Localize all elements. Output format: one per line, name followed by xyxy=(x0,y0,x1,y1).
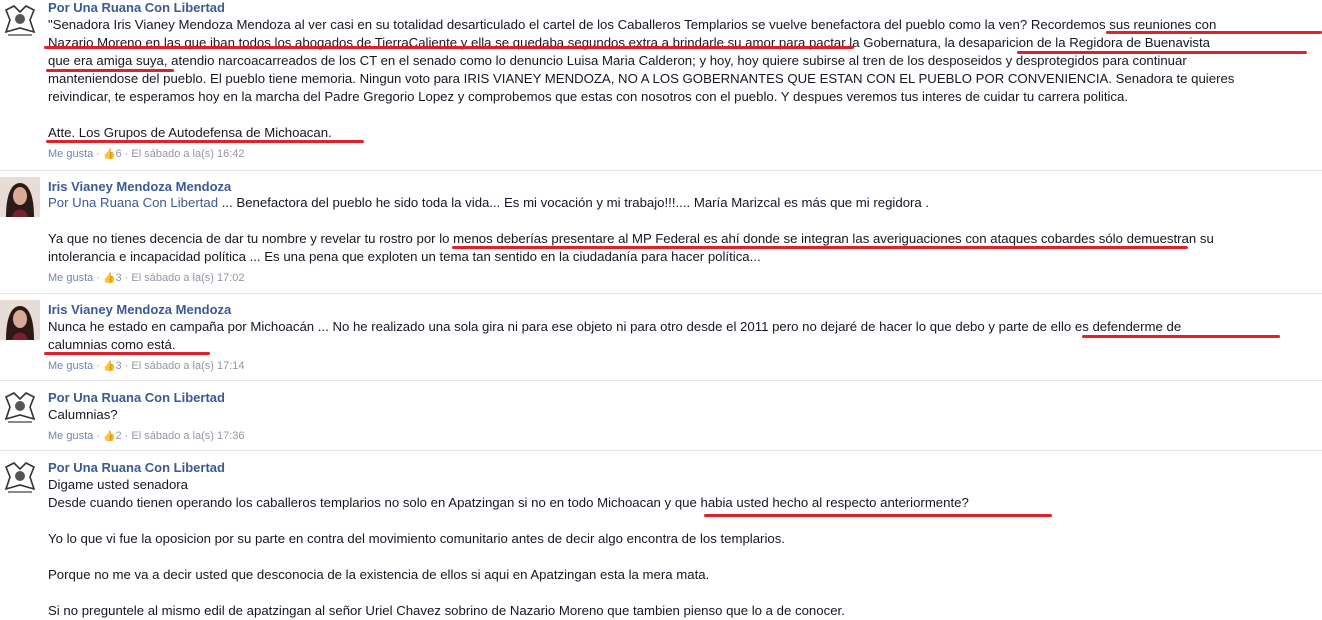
comment-text-line: Desde cuando tienen operando los caballe… xyxy=(48,495,969,510)
comment-2: Iris Vianey Mendoza Mendoza Por Una Ruan… xyxy=(0,171,1322,294)
comment-4: Por Una Ruana Con Libertad Calumnias? Me… xyxy=(0,381,1322,451)
comment-5: Por Una Ruana Con Libertad Digame usted … xyxy=(0,451,1322,618)
comment-text-line: Nazario Moreno en las que iban todos los… xyxy=(48,35,1210,50)
thumbs-up-icon: 👍 xyxy=(103,149,116,160)
timestamp[interactable]: El sábado a la(s) 16:42 xyxy=(131,148,244,160)
comment-author[interactable]: Iris Vianey Mendoza Mendoza xyxy=(48,302,231,318)
comment-text-line: Porque no me va a decir usted que descon… xyxy=(48,567,710,582)
avatar-iris[interactable] xyxy=(0,300,40,340)
highlight-underline xyxy=(1017,51,1307,54)
avatar-ruana[interactable] xyxy=(0,2,40,42)
comment-text-line: intolerancia e incapacidad política ... … xyxy=(48,249,761,264)
comment-3: Iris Vianey Mendoza Mendoza Nunca he est… xyxy=(0,294,1322,381)
timestamp[interactable]: El sábado a la(s) 17:02 xyxy=(131,272,244,284)
avatar-ruana[interactable] xyxy=(0,389,40,429)
comment-author[interactable]: Por Una Ruana Con Libertad xyxy=(48,460,225,476)
comment-text-line: manteniendose del pueblo. El pueblo tien… xyxy=(48,71,1235,86)
comment-text-line: Calumnias? xyxy=(48,407,118,422)
thumbs-up-icon: 👍 xyxy=(103,361,116,372)
like-link[interactable]: Me gusta xyxy=(48,272,93,284)
comment-meta: Me gusta · 👍3 · El sábado a la(s) 17:14 xyxy=(48,360,245,372)
thumbs-up-icon: 👍 xyxy=(103,273,116,284)
highlight-underline xyxy=(452,246,1188,249)
comment-text-line: Yo lo que vi fue la oposicion por su par… xyxy=(48,531,785,546)
avatar-ruana[interactable] xyxy=(0,459,40,499)
like-link[interactable]: Me gusta xyxy=(48,148,93,160)
highlight-underline xyxy=(44,46,854,49)
like-link[interactable]: Me gusta xyxy=(48,360,93,372)
timestamp[interactable]: El sábado a la(s) 17:14 xyxy=(131,360,244,372)
highlight-underline xyxy=(46,140,364,143)
comment-text-line: "Senadora Iris Vianey Mendoza Mendoza al… xyxy=(48,17,1217,32)
highlight-underline xyxy=(46,69,174,72)
highlight-underline xyxy=(704,514,1052,517)
highlight-underline xyxy=(1082,335,1280,338)
comment-author[interactable]: Por Una Ruana Con Libertad xyxy=(48,0,225,16)
comment-author[interactable]: Iris Vianey Mendoza Mendoza xyxy=(48,179,231,195)
comment-text-line: que era amiga suya, atendio narcoacarrea… xyxy=(48,53,1187,68)
avatar-iris[interactable] xyxy=(0,177,40,217)
comment-text-line: Digame usted senadora xyxy=(48,477,189,492)
comment-meta: Me gusta · 👍6 · El sábado a la(s) 16:42 xyxy=(48,148,245,160)
comment-meta: Me gusta · 👍2 · El sábado a la(s) 17:36 xyxy=(48,430,245,442)
comment-author[interactable]: Por Una Ruana Con Libertad xyxy=(48,390,225,406)
timestamp[interactable]: El sábado a la(s) 17:36 xyxy=(131,430,244,442)
comment-1: Por Una Ruana Con Libertad "Senadora Iri… xyxy=(0,0,1322,171)
comment-meta: Me gusta · 👍3 · El sábado a la(s) 17:02 xyxy=(48,272,245,284)
comment-text-line: Por Una Ruana Con Libertad ... Benefacto… xyxy=(48,195,930,210)
comment-text-line: reivindicar, te esperamos hoy en la marc… xyxy=(48,89,1129,104)
like-link[interactable]: Me gusta xyxy=(48,430,93,442)
highlight-underline xyxy=(44,352,210,355)
comment-text-line: Nunca he estado en campaña por Michoacán… xyxy=(48,319,1182,334)
highlight-underline xyxy=(1106,31,1322,34)
thumbs-up-icon: 👍 xyxy=(103,431,116,442)
comment-text-line: Si no preguntele al mismo edil de apatzi… xyxy=(48,603,845,618)
mentioned-page-link[interactable]: Por Una Ruana Con Libertad xyxy=(48,195,218,210)
